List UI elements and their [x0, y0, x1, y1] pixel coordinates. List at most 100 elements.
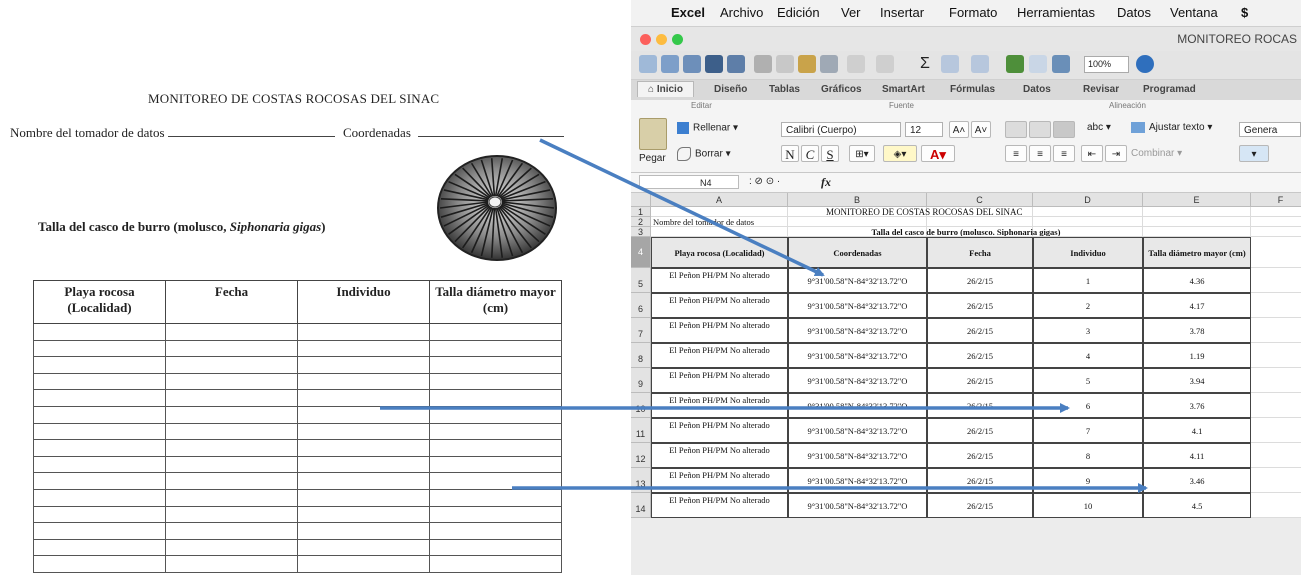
data-cell[interactable]: 9°31'00.58"N-84°32'13.72"O [788, 468, 927, 493]
data-cell[interactable]: El Peñon PH/PM No alterado [651, 368, 788, 393]
align-top-icon[interactable] [1005, 121, 1027, 138]
redo-icon[interactable] [876, 55, 894, 73]
grid-cell[interactable] [1251, 293, 1301, 318]
select-all-corner[interactable] [631, 193, 651, 207]
dollar-icon[interactable]: $ [1241, 5, 1248, 20]
underline-button[interactable]: S [821, 145, 839, 162]
grid-cell[interactable] [1251, 468, 1301, 493]
data-cell[interactable]: El Peñon PH/PM No alterado [651, 318, 788, 343]
row2-label[interactable]: Nombre del tomador de datos [651, 217, 811, 227]
help-icon[interactable] [1136, 55, 1154, 73]
paste-button[interactable]: Pegar [639, 153, 666, 164]
grid-cell[interactable] [1251, 368, 1301, 393]
data-cell[interactable]: 9°31'00.58"N-84°32'13.72"O [788, 443, 927, 468]
data-cell[interactable]: 7 [1033, 418, 1143, 443]
tab-tablas[interactable]: Tablas [769, 84, 800, 95]
row-header-14[interactable]: 14 [631, 493, 651, 518]
menu-formato[interactable]: Formato [949, 5, 997, 20]
data-cell[interactable]: El Peñon PH/PM No alterado [651, 268, 788, 293]
fx-icon[interactable]: fx [821, 175, 831, 190]
wrap-text-button[interactable]: Ajustar texto ▾ [1131, 122, 1212, 133]
autosum-icon[interactable]: Σ [916, 55, 934, 73]
column-header-c[interactable]: C [927, 193, 1033, 207]
tab-datos[interactable]: Datos [1023, 84, 1051, 95]
data-cell[interactable]: 1.19 [1143, 343, 1251, 368]
data-cell[interactable]: 26/2/15 [927, 468, 1033, 493]
menu-excel[interactable]: Excel [671, 5, 705, 20]
grid-cell[interactable] [1251, 237, 1301, 268]
cut-icon[interactable] [754, 55, 772, 73]
close-icon[interactable] [640, 34, 651, 45]
data-cell[interactable]: 10 [1033, 493, 1143, 518]
row-header-13[interactable]: 13 [631, 468, 651, 493]
table-title[interactable]: Talla del casco de burro (molusco. Sipho… [801, 227, 1131, 237]
undo-icon[interactable] [847, 55, 865, 73]
data-cell[interactable]: El Peñon PH/PM No alterado [651, 493, 788, 518]
data-cell[interactable]: 4.5 [1143, 493, 1251, 518]
borders-button[interactable]: ⊞▾ [849, 145, 875, 162]
data-cell[interactable]: 9°31'00.58"N-84°32'13.72"O [788, 368, 927, 393]
data-cell[interactable]: 9°31'00.58"N-84°32'13.72"O [788, 493, 927, 518]
align-right-icon[interactable]: ≡ [1053, 145, 1075, 162]
data-cell[interactable]: 3.76 [1143, 393, 1251, 418]
tab-graficos[interactable]: Gráficos [821, 84, 862, 95]
data-cell[interactable]: 4.1 [1143, 418, 1251, 443]
italic-button[interactable]: C [801, 145, 819, 162]
tab-diseno[interactable]: Diseño [714, 84, 747, 95]
data-cell[interactable]: El Peñon PH/PM No alterado [651, 393, 788, 418]
grid-cell[interactable] [1143, 227, 1251, 237]
data-cell[interactable]: 26/2/15 [927, 393, 1033, 418]
row-header-9[interactable]: 9 [631, 368, 651, 393]
sheet-title[interactable]: MONITOREO DE COSTAS ROCOSAS DEL SINAC [788, 207, 1143, 217]
tab-formulas[interactable]: Fórmulas [950, 84, 995, 95]
fill-color-button[interactable]: ◈▾ [883, 145, 917, 162]
header-individual[interactable]: Individuo [1033, 237, 1143, 268]
data-cell[interactable]: El Peñon PH/PM No alterado [651, 443, 788, 468]
menu-ver[interactable]: Ver [841, 5, 861, 20]
data-cell[interactable]: 9°31'00.58"N-84°32'13.72"O [788, 293, 927, 318]
zoom-select[interactable]: 100% [1084, 56, 1129, 73]
save-icon[interactable] [705, 55, 723, 73]
data-cell[interactable]: 4.17 [1143, 293, 1251, 318]
row-header-6[interactable]: 6 [631, 293, 651, 318]
print-icon[interactable] [727, 55, 745, 73]
data-cell[interactable]: 9°31'00.58"N-84°32'13.72"O [788, 418, 927, 443]
grid-cell[interactable] [1143, 217, 1251, 227]
font-size-select[interactable]: 12 [905, 122, 943, 137]
zoom-icon[interactable] [672, 34, 683, 45]
row-header-2[interactable]: 2 [631, 217, 651, 227]
menu-herramientas[interactable]: Herramientas [1017, 5, 1095, 20]
paste-icon[interactable] [798, 55, 816, 73]
data-cell[interactable]: 26/2/15 [927, 493, 1033, 518]
function-icon[interactable] [1006, 55, 1024, 73]
header-size[interactable]: Talla diámetro mayor (cm) [1143, 237, 1251, 268]
column-header-b[interactable]: B [788, 193, 927, 207]
data-cell[interactable]: 3.78 [1143, 318, 1251, 343]
row-header-4[interactable]: 4 [631, 237, 651, 268]
grid-cell[interactable] [1251, 268, 1301, 293]
data-cell[interactable]: 3.46 [1143, 468, 1251, 493]
shrink-font-button[interactable]: A˅ [971, 121, 991, 138]
data-cell[interactable]: 8 [1033, 443, 1143, 468]
row-header-5[interactable]: 5 [631, 268, 651, 293]
toolbox-icon[interactable] [1052, 55, 1070, 73]
number-format-select[interactable]: Genera [1239, 122, 1301, 137]
grid-cell[interactable] [651, 207, 788, 217]
gallery-icon[interactable] [1029, 55, 1047, 73]
row-header-10[interactable]: 10 [631, 393, 651, 418]
data-cell[interactable]: 9°31'00.58"N-84°32'13.72"O [788, 393, 927, 418]
font-name-select[interactable]: Calibri (Cuerpo) [781, 122, 901, 137]
fill-button[interactable]: Rellenar ▾ [677, 122, 738, 134]
data-cell[interactable]: 9°31'00.58"N-84°32'13.72"O [788, 343, 927, 368]
menu-edicion[interactable]: Edición [777, 5, 820, 20]
data-cell[interactable]: 4 [1033, 343, 1143, 368]
data-cell[interactable]: 9°31'00.58"N-84°32'13.72"O [788, 268, 927, 293]
tab-revisar[interactable]: Revisar [1083, 84, 1119, 95]
sort-icon[interactable] [941, 55, 959, 73]
data-cell[interactable]: 9°31'00.58"N-84°32'13.72"O [788, 318, 927, 343]
orientation-button[interactable]: abc ▾ [1087, 122, 1111, 133]
data-cell[interactable]: 26/2/15 [927, 293, 1033, 318]
data-cell[interactable]: 5 [1033, 368, 1143, 393]
data-cell[interactable]: El Peñon PH/PM No alterado [651, 468, 788, 493]
column-header-e[interactable]: E [1143, 193, 1251, 207]
